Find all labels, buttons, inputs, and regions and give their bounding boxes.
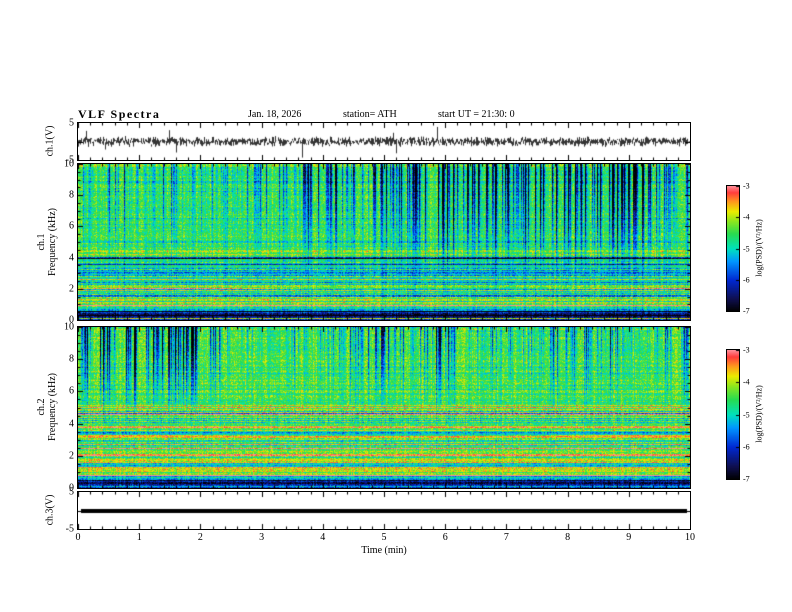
x-tick-label: 4 [320,532,326,543]
colorbar-ch2 [726,349,740,480]
x-tick-label: 5 [381,532,387,543]
x-tick-label: 1 [136,532,142,543]
ch1-voltage-axis-label: ch.1(V) [44,125,56,157]
spec2-y-tick-label: 8 [69,353,74,365]
cbar1-tick-label: -3 [743,181,750,191]
ch2-spectrogram [77,326,691,489]
cbar2-tick-label: -6 [743,442,750,452]
x-tick-label: 9 [626,532,632,543]
date-label: Jan. 18, 2026 [248,109,302,120]
figure-title: VLF Spectra [78,107,161,121]
ch2-frequency-axis-label-line1: ch.2 [36,398,47,416]
time-axis-label: Time (min) [361,545,407,556]
ch1-frequency-axis-label-line1: ch.1 [36,233,47,251]
x-tick-label: 0 [75,532,81,543]
cbar2-tick-label: -7 [743,474,750,484]
ch3-voltage-axis-label: ch.3(V) [44,494,56,526]
ch1-waveform-plot [77,122,691,161]
colorbar-ch1 [726,185,740,312]
cbar2-tick-label: -3 [743,345,750,355]
spec1-y-tick-label: 10 [64,158,74,170]
cbar1-tick-label: -7 [743,306,750,316]
colorbar2-label: log(PSD)/(V²/Hz) [754,385,764,443]
x-tick-label: 10 [685,532,695,543]
x-tick-label: 7 [503,532,509,543]
x-tick-label: 6 [442,532,448,543]
start-ut-label: start UT = 21:30: 0 [438,109,515,120]
spec2-y-tick-label: 6 [69,385,74,397]
spec2-y-tick-label: 2 [69,450,74,462]
cbar1-tick-label: -4 [743,212,750,222]
colorbar1-label: log(PSD)/(V²/Hz) [754,219,764,277]
cbar2-tick-label: -5 [743,410,750,419]
spec1-y-tick-label: 8 [69,189,74,201]
ch1-frequency-axis-label: ch.1 Frequency (kHz) [36,208,58,276]
spec1-y-tick-label: 2 [69,283,74,295]
vlf-spectra-figure: VLF Spectra Jan. 18, 2026 station= ATH s… [0,0,792,612]
ch2-frequency-axis-label-line2: Frequency (kHz) [47,372,58,442]
ch3-waveform-plot [77,491,691,530]
spec1-y-tick-label: 6 [69,220,74,232]
ch2-frequency-axis-label: ch.2 Frequency (kHz) [36,373,58,441]
wave3-y-tick-label: -5 [65,523,74,535]
spec2-y-tick-label: 10 [64,321,74,333]
x-tick-label: 2 [197,532,203,543]
station-label: station= ATH [343,109,397,120]
x-tick-label: 3 [259,532,265,543]
ch1-frequency-axis-label-line2: Frequency (kHz) [47,207,58,277]
spec2-y-tick-label: 4 [69,418,74,430]
cbar1-tick-label: -6 [743,275,750,285]
x-tick-label: 8 [565,532,571,543]
spec1-y-tick-label: 4 [69,252,74,264]
cbar1-tick-label: -5 [743,244,750,253]
cbar2-tick-label: -4 [743,377,750,387]
wave1-y-tick-label: 5 [69,117,74,129]
spec2-y-tick-label: 0 [69,482,74,494]
ch1-spectrogram [77,163,691,321]
